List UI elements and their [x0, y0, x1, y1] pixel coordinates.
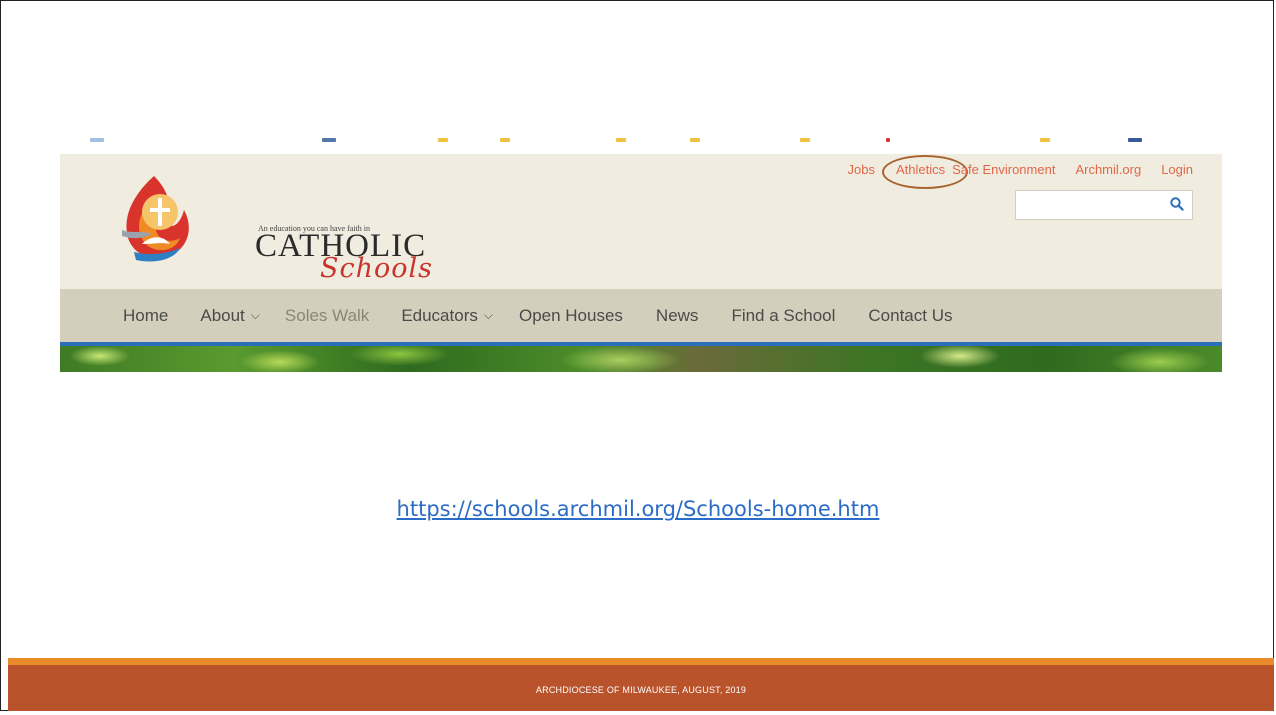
nav-item-contact-us[interactable]: Contact Us [868, 306, 952, 326]
utility-link-archmil[interactable]: Archmil.org [1075, 162, 1141, 177]
nav-item-label: Educators [401, 305, 478, 325]
clipped-icon [616, 138, 626, 142]
schools-url-link[interactable]: https://schools.archmil.org/Schools-home… [0, 497, 1276, 521]
clipped-icon [1128, 138, 1142, 142]
utility-link-login[interactable]: Login [1161, 162, 1193, 177]
nav-item-home[interactable]: Home [123, 306, 168, 326]
utility-link-athletics[interactable]: Athletics [881, 155, 969, 189]
nav-item-open-houses[interactable]: Open Houses [519, 306, 623, 326]
utility-link-safe-environment[interactable]: Safe Environment [952, 162, 1055, 177]
nav-item-label: News [655, 305, 699, 325]
logo-script: Schools [320, 253, 434, 284]
search-box [1015, 190, 1193, 220]
nav-item-label: Home [123, 305, 169, 325]
nav-item-soles-walk[interactable]: Soles Walk [285, 306, 369, 326]
clipped-icon [90, 138, 104, 142]
search-icon[interactable] [1170, 197, 1184, 216]
chevron-down-icon: ⌵ [250, 308, 260, 322]
clipped-icon [500, 138, 510, 142]
clipped-toolbar-strip [60, 128, 1222, 155]
nav-item-about[interactable]: About ⌵ [200, 306, 260, 326]
clipped-icon [1040, 138, 1050, 142]
clipped-icon [800, 138, 810, 142]
chevron-down-icon: ⌵ [483, 308, 493, 322]
nav-item-educators[interactable]: Educators ⌵ [401, 306, 493, 326]
slide-footer: ARCHDIOCESE OF MILWAUKEE, AUGUST, 2019 [8, 665, 1274, 711]
leafy-banner-image [60, 346, 1222, 372]
utility-nav: Jobs Athletics Safe Environment Archmil.… [827, 155, 1193, 189]
nav-item-label: Find a School [731, 305, 836, 325]
footer-accent-line [8, 658, 1274, 665]
main-nav: Home About ⌵ Soles Walk Educators ⌵ Open… [60, 289, 1222, 346]
nav-item-label: About [200, 305, 245, 325]
clipped-icon [322, 138, 336, 142]
nav-item-news[interactable]: News [656, 306, 699, 326]
nav-item-label: Soles Walk [284, 305, 370, 325]
search-input[interactable] [1020, 192, 1164, 220]
clipped-icon [886, 138, 890, 142]
nav-item-find-a-school[interactable]: Find a School [731, 306, 835, 326]
nav-item-label: Open Houses [518, 305, 623, 325]
clipped-icon [438, 138, 448, 142]
catholic-schools-logo[interactable]: An education you can have faith in CATHO… [114, 164, 432, 284]
nav-item-label: Contact Us [868, 305, 953, 325]
utility-link-jobs[interactable]: Jobs [847, 162, 874, 177]
site-header: An education you can have faith in CATHO… [60, 154, 1222, 289]
flame-dove-icon [122, 176, 189, 262]
clipped-icon [690, 138, 700, 142]
